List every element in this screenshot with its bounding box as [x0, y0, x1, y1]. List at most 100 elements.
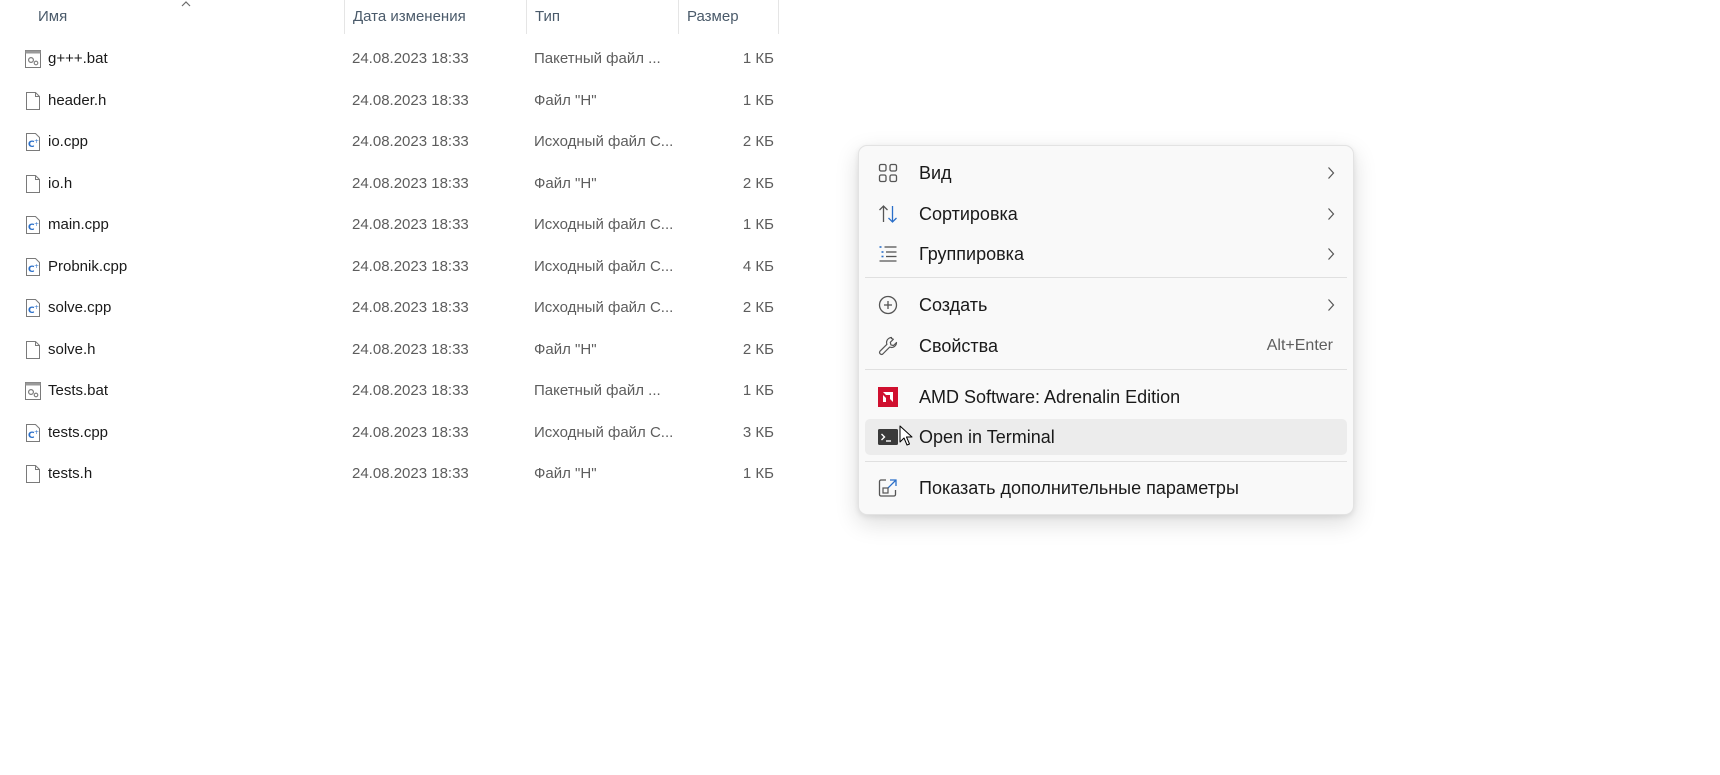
file-row[interactable]: solve.h 24.08.2023 18:33 Файл "H" 2 КБ — [14, 330, 780, 370]
menu-item-label: Группировка — [919, 244, 1024, 264]
menu-item-label: Сортировка — [919, 204, 1018, 224]
terminal-icon — [878, 429, 898, 445]
file-size: 2 КБ — [742, 299, 774, 316]
cpp-file-icon: C + — [26, 133, 40, 151]
wrench-icon — [879, 336, 898, 355]
menu-item-label: Вид — [919, 163, 952, 183]
file-row[interactable]: tests.h 24.08.2023 18:33 Файл "H" 1 КБ — [14, 454, 780, 494]
file-type: Исходный файл C... — [534, 258, 674, 275]
mouse-cursor-icon — [899, 425, 913, 446]
menu-item-create[interactable]: Создать — [865, 287, 1347, 323]
cpp-file-icon: C + — [26, 216, 40, 234]
file-row[interactable]: C + solve.cpp 24.08.2023 18:33 Исходный … — [14, 288, 780, 328]
svg-text:+: + — [34, 221, 39, 228]
svg-text:+: + — [34, 138, 39, 145]
menu-item-view[interactable]: Вид — [865, 155, 1347, 191]
file-row[interactable]: C + io.cpp 24.08.2023 18:33 Исходный фай… — [14, 122, 780, 162]
menu-item-open-in-terminal[interactable]: Open in Terminal — [865, 419, 1347, 455]
file-date: 24.08.2023 18:33 — [352, 92, 469, 109]
file-size: 1 КБ — [742, 216, 774, 233]
file-size: 1 КБ — [742, 50, 774, 67]
blank-file-icon — [26, 175, 40, 193]
chevron-right-icon — [1328, 208, 1335, 220]
menu-separator — [865, 277, 1347, 278]
file-size: 3 КБ — [742, 424, 774, 441]
menu-item-properties[interactable]: Свойства Alt+Enter — [865, 328, 1347, 364]
column-header-size[interactable]: Размер — [678, 0, 779, 34]
file-date: 24.08.2023 18:33 — [352, 175, 469, 192]
svg-text:+: + — [34, 304, 39, 311]
file-size: 1 КБ — [742, 382, 774, 399]
menu-item-sort[interactable]: Сортировка — [865, 196, 1347, 232]
chevron-right-icon — [1328, 248, 1335, 260]
group-list-icon — [879, 246, 897, 262]
blank-file-icon — [26, 465, 40, 483]
file-date: 24.08.2023 18:33 — [352, 216, 469, 233]
file-name: solve.h — [48, 341, 96, 358]
file-list-pane: Имя Дата изменения Тип Размер g+++.bat 2… — [0, 0, 780, 775]
menu-item-label: AMD Software: Adrenalin Edition — [919, 387, 1181, 407]
file-date: 24.08.2023 18:33 — [352, 50, 469, 67]
file-name: tests.h — [48, 465, 93, 482]
cpp-file-icon: C + — [26, 424, 40, 442]
file-size: 2 КБ — [742, 175, 774, 192]
file-date: 24.08.2023 18:33 — [352, 341, 469, 358]
menu-item-show-more-options[interactable]: Показать дополнительные параметры — [865, 470, 1347, 506]
cpp-file-icon: C + — [26, 258, 40, 276]
file-row[interactable]: C + main.cpp 24.08.2023 18:33 Исходный ф… — [14, 205, 780, 245]
menu-item-amd-software[interactable]: AMD Software: Adrenalin Edition — [865, 379, 1347, 415]
context-menu: Вид Сортировка Группировка Создать Свойс… — [858, 145, 1354, 515]
chevron-right-icon — [1328, 167, 1335, 179]
file-row[interactable]: g+++.bat 24.08.2023 18:33 Пакетный файл … — [14, 39, 780, 79]
chevron-right-icon — [1328, 299, 1335, 311]
file-type: Пакетный файл ... — [534, 382, 661, 399]
column-header-row: Имя Дата изменения Тип Размер — [0, 0, 780, 34]
sort-icon — [879, 205, 897, 223]
svg-text:+: + — [34, 263, 39, 270]
menu-item-label: Создать — [919, 295, 988, 315]
file-type: Файл "H" — [534, 341, 597, 358]
file-date: 24.08.2023 18:33 — [352, 258, 469, 275]
file-row[interactable]: C + Probnik.cpp 24.08.2023 18:33 Исходны… — [14, 247, 780, 287]
plus-circle-icon — [878, 295, 898, 315]
file-size: 2 КБ — [742, 133, 774, 150]
grid-view-icon — [878, 163, 898, 183]
file-date: 24.08.2023 18:33 — [352, 133, 469, 150]
file-type: Исходный файл C... — [534, 133, 674, 150]
file-name: g+++.bat — [48, 50, 108, 67]
file-type: Исходный файл C... — [534, 424, 674, 441]
file-row[interactable]: C + tests.cpp 24.08.2023 18:33 Исходный … — [14, 413, 780, 453]
menu-item-label: Open in Terminal — [919, 427, 1055, 447]
file-size: 1 КБ — [742, 92, 774, 109]
svg-text:+: + — [34, 429, 39, 436]
file-name: Tests.bat — [48, 382, 109, 399]
file-type: Пакетный файл ... — [534, 50, 661, 67]
file-type: Файл "H" — [534, 92, 597, 109]
blank-file-icon — [26, 92, 40, 110]
file-name: Probnik.cpp — [48, 258, 128, 275]
file-name: tests.cpp — [48, 424, 109, 441]
file-name: header.h — [48, 92, 107, 109]
file-row[interactable]: header.h 24.08.2023 18:33 Файл "H" 1 КБ — [14, 81, 780, 121]
blank-file-icon — [26, 341, 40, 359]
menu-separator — [865, 461, 1347, 462]
file-row[interactable]: io.h 24.08.2023 18:33 Файл "H" 2 КБ — [14, 164, 780, 204]
column-header-type[interactable]: Тип — [526, 0, 678, 34]
amd-logo-icon — [878, 387, 898, 407]
column-header-date[interactable]: Дата изменения — [344, 0, 526, 34]
file-row[interactable]: Tests.bat 24.08.2023 18:33 Пакетный файл… — [14, 371, 780, 411]
file-date: 24.08.2023 18:33 — [352, 465, 469, 482]
menu-item-label: Свойства — [919, 336, 999, 356]
menu-item-label: Показать дополнительные параметры — [919, 478, 1239, 498]
file-name: io.h — [48, 175, 73, 192]
file-name: main.cpp — [48, 216, 109, 233]
file-type: Файл "H" — [534, 175, 597, 192]
file-size: 2 КБ — [742, 341, 774, 358]
share-external-icon — [878, 479, 897, 497]
file-date: 24.08.2023 18:33 — [352, 299, 469, 316]
cpp-file-icon: C + — [26, 299, 40, 317]
sort-ascending-icon — [181, 1, 191, 7]
menu-item-group[interactable]: Группировка — [865, 236, 1347, 272]
file-size: 1 КБ — [742, 465, 774, 482]
file-size: 4 КБ — [742, 258, 774, 275]
